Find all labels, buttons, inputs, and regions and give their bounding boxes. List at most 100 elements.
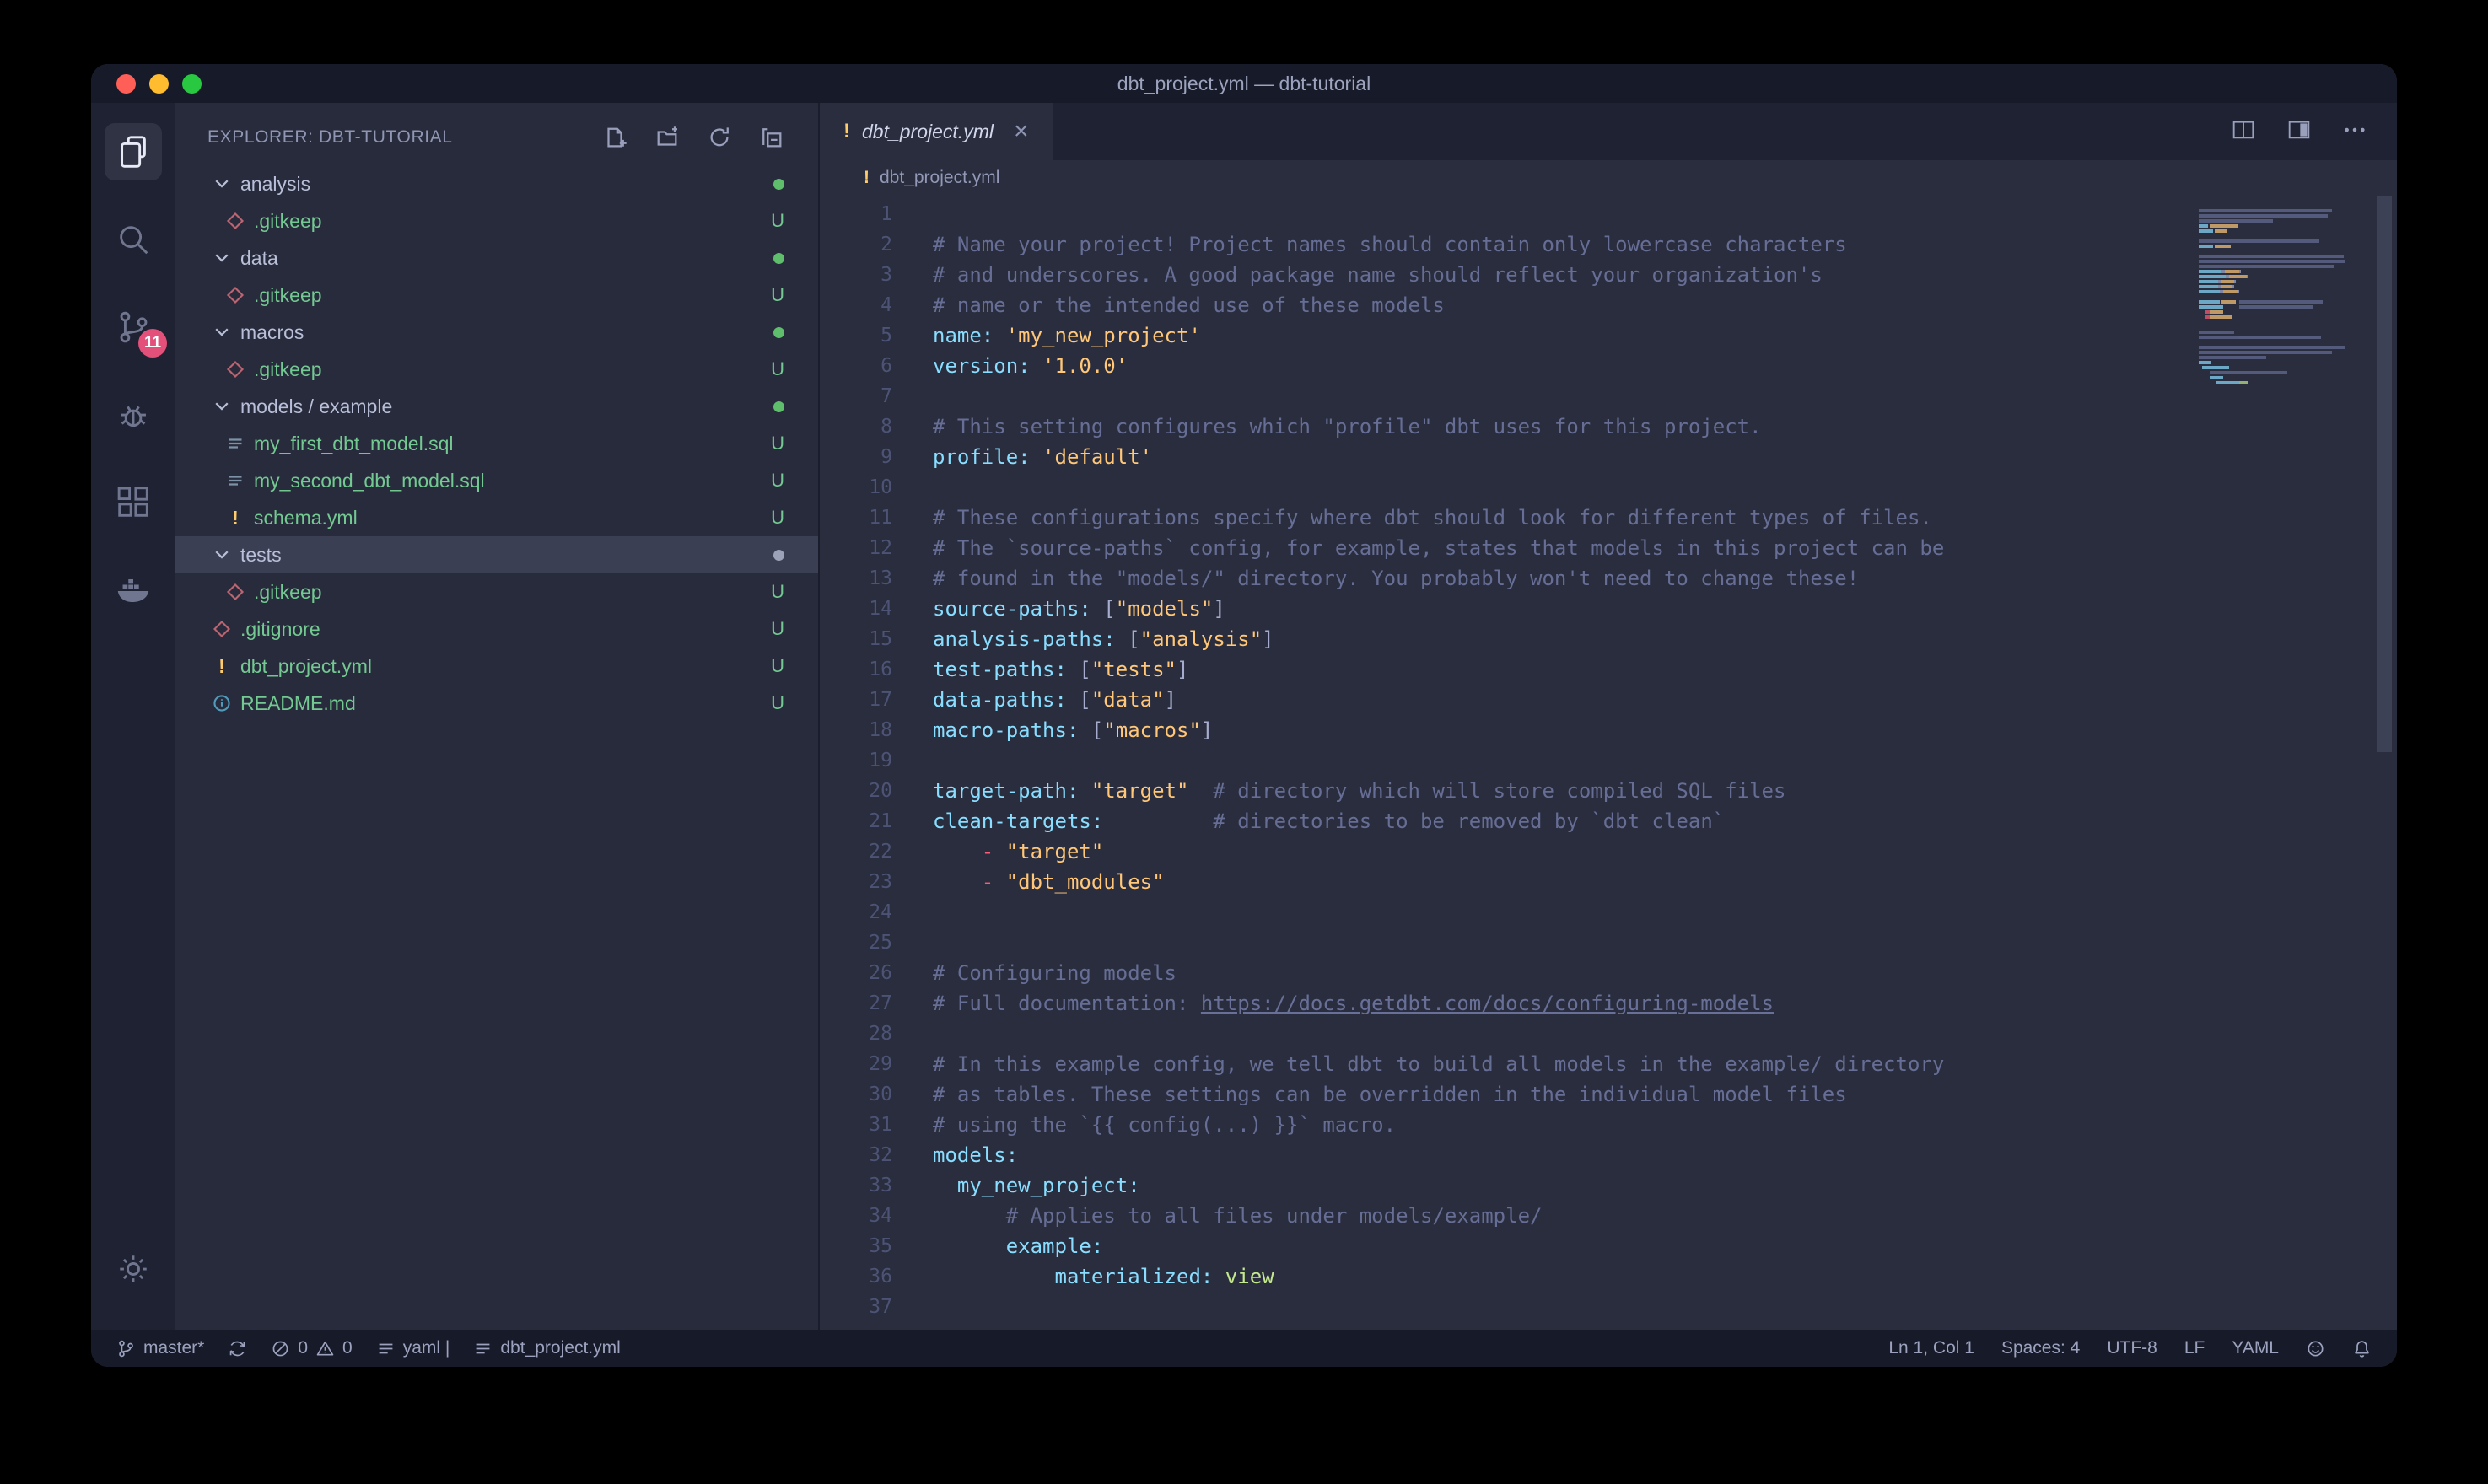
toggle-layout-button[interactable]: [2286, 116, 2313, 148]
git-file-icon: [211, 619, 233, 639]
tree-file-dbt-project-yml[interactable]: !dbt_project.ymlU: [175, 648, 818, 685]
code-line-12[interactable]: 12# The `source-paths` config, for examp…: [820, 533, 2397, 563]
activitybar-settings[interactable]: [91, 1225, 175, 1313]
refresh-explorer-button[interactable]: [707, 125, 732, 150]
search-icon: [105, 211, 162, 268]
collapse-folders-button[interactable]: [759, 125, 784, 150]
tree-item-label: models / example: [240, 395, 392, 418]
tree-file--gitkeep[interactable]: .gitkeepU: [175, 573, 818, 610]
tab-dbt-project-yml[interactable]: ! dbt_project.yml ×: [820, 103, 1053, 160]
code-line-27[interactable]: 27# Full documentation: https://docs.get…: [820, 988, 2397, 1019]
new-folder-button[interactable]: [654, 125, 680, 150]
minimap[interactable]: [2199, 204, 2351, 391]
breadcrumb-item-file[interactable]: dbt_project.yml: [880, 168, 999, 188]
code-line-23[interactable]: 23 - "dbt_modules": [820, 867, 2397, 897]
code-line-8[interactable]: 8# This setting configures which "profil…: [820, 411, 2397, 442]
encoding-setting[interactable]: UTF-8: [2107, 1338, 2157, 1358]
tree-file--gitkeep[interactable]: .gitkeepU: [175, 351, 818, 388]
code-line-25[interactable]: 25: [820, 928, 2397, 958]
extensions-icon: [105, 474, 162, 531]
code-line-34[interactable]: 34 # Applies to all files under models/e…: [820, 1201, 2397, 1231]
code-line-20[interactable]: 20target-path: "target" # directory whic…: [820, 776, 2397, 806]
more-actions-button[interactable]: [2341, 116, 2368, 148]
code-line-30[interactable]: 30# as tables. These settings can be ove…: [820, 1079, 2397, 1110]
tree-file--gitignore[interactable]: .gitignoreU: [175, 610, 818, 648]
tree-file-my-first-dbt-model-sql[interactable]: my_first_dbt_model.sqlU: [175, 425, 818, 462]
code-line-32[interactable]: 32models:: [820, 1140, 2397, 1170]
code-line-16[interactable]: 16test-paths: ["tests"]: [820, 654, 2397, 685]
linter-status[interactable]: yaml |: [376, 1338, 450, 1358]
code-line-35[interactable]: 35 example:: [820, 1231, 2397, 1261]
code-line-6[interactable]: 6version: '1.0.0': [820, 351, 2397, 381]
tree-file-readme-md[interactable]: README.mdU: [175, 685, 818, 722]
tree-file-schema-yml[interactable]: !schema.ymlU: [175, 499, 818, 536]
code-line-14[interactable]: 14source-paths: ["models"]: [820, 594, 2397, 624]
vertical-scrollbar[interactable]: [2377, 196, 2392, 752]
code-line-4[interactable]: 4# name or the intended use of these mod…: [820, 290, 2397, 320]
code-line-26[interactable]: 26# Configuring models: [820, 958, 2397, 988]
code-line-19[interactable]: 19: [820, 745, 2397, 776]
editor[interactable]: 12# Name your project! Project names sho…: [820, 196, 2397, 1330]
code-line-33[interactable]: 33 my_new_project:: [820, 1170, 2397, 1201]
new-file-button[interactable]: [602, 125, 627, 150]
code-line-21[interactable]: 21clean-targets: # directories to be rem…: [820, 806, 2397, 836]
bug-icon: [105, 386, 162, 444]
git-branch-icon: [116, 1339, 136, 1358]
code-line-9[interactable]: 9profile: 'default': [820, 442, 2397, 472]
split-editor-button[interactable]: [2230, 116, 2257, 148]
line-number: 34: [820, 1201, 892, 1231]
tree-folder-macros[interactable]: macros: [175, 314, 818, 351]
tree-folder-analysis[interactable]: analysis: [175, 165, 818, 202]
tree-folder-tests[interactable]: tests: [175, 536, 818, 573]
feedback-smiley-button[interactable]: [2306, 1339, 2325, 1358]
notifications-bell-button[interactable]: [2352, 1339, 2372, 1358]
code-line-7[interactable]: 7: [820, 381, 2397, 411]
active-file-indicator[interactable]: dbt_project.yml: [473, 1338, 620, 1358]
code-line-37[interactable]: 37: [820, 1292, 2397, 1322]
minimize-window-button[interactable]: [149, 74, 169, 94]
close-tab-icon[interactable]: ×: [1014, 119, 1029, 144]
code-line-36[interactable]: 36 materialized: view: [820, 1261, 2397, 1292]
code-line-24[interactable]: 24: [820, 897, 2397, 928]
activitybar-source-control[interactable]: 11: [91, 283, 175, 371]
code-line-28[interactable]: 28: [820, 1019, 2397, 1049]
activitybar-docker[interactable]: [91, 546, 175, 634]
folder-change-dot: [773, 401, 784, 412]
code-line-1[interactable]: 1: [820, 199, 2397, 229]
activitybar-explorer[interactable]: [91, 108, 175, 196]
code-line-11[interactable]: 11# These configurations specify where d…: [820, 503, 2397, 533]
code-line-13[interactable]: 13# found in the "models/" directory. Yo…: [820, 563, 2397, 594]
sync-changes-button[interactable]: [228, 1339, 247, 1358]
activitybar-run-debug[interactable]: [91, 371, 175, 459]
tree-file-my-second-dbt-model-sql[interactable]: my_second_dbt_model.sqlU: [175, 462, 818, 499]
language-mode[interactable]: YAML: [2232, 1338, 2279, 1358]
git-status-badge: U: [771, 284, 784, 306]
code-line-5[interactable]: 5name: 'my_new_project': [820, 320, 2397, 351]
code-line-17[interactable]: 17data-paths: ["data"]: [820, 685, 2397, 715]
activitybar-search[interactable]: [91, 196, 175, 283]
code-line-10[interactable]: 10: [820, 472, 2397, 503]
eol-setting[interactable]: LF: [2184, 1338, 2205, 1358]
code-line-15[interactable]: 15analysis-paths: ["analysis"]: [820, 624, 2397, 654]
breadcrumb[interactable]: ! dbt_project.yml: [820, 160, 2397, 196]
code-line-29[interactable]: 29# In this example config, we tell dbt …: [820, 1049, 2397, 1079]
code-line-31[interactable]: 31# using the `{{ config(...) }}` macro.: [820, 1110, 2397, 1140]
indentation-setting[interactable]: Spaces: 4: [2001, 1338, 2080, 1358]
close-window-button[interactable]: [116, 74, 136, 94]
tree-folder-models-example[interactable]: models / example: [175, 388, 818, 425]
tree-file--gitkeep[interactable]: .gitkeepU: [175, 277, 818, 314]
tab-bar: ! dbt_project.yml ×: [820, 103, 2397, 160]
chevron-down-icon: [211, 174, 233, 194]
code-line-18[interactable]: 18macro-paths: ["macros"]: [820, 715, 2397, 745]
zoom-window-button[interactable]: [182, 74, 202, 94]
problems-indicator[interactable]: 0 0: [271, 1338, 352, 1358]
activitybar-extensions[interactable]: [91, 459, 175, 546]
code-line-3[interactable]: 3# and underscores. A good package name …: [820, 260, 2397, 290]
code-line-2[interactable]: 2# Name your project! Project names shou…: [820, 229, 2397, 260]
cursor-position[interactable]: Ln 1, Col 1: [1888, 1338, 1974, 1358]
tree-folder-data[interactable]: data: [175, 239, 818, 277]
branch-indicator[interactable]: master*: [116, 1338, 204, 1358]
code-line-22[interactable]: 22 - "target": [820, 836, 2397, 867]
tree-item-label: .gitkeep: [254, 581, 322, 604]
tree-file--gitkeep[interactable]: .gitkeepU: [175, 202, 818, 239]
